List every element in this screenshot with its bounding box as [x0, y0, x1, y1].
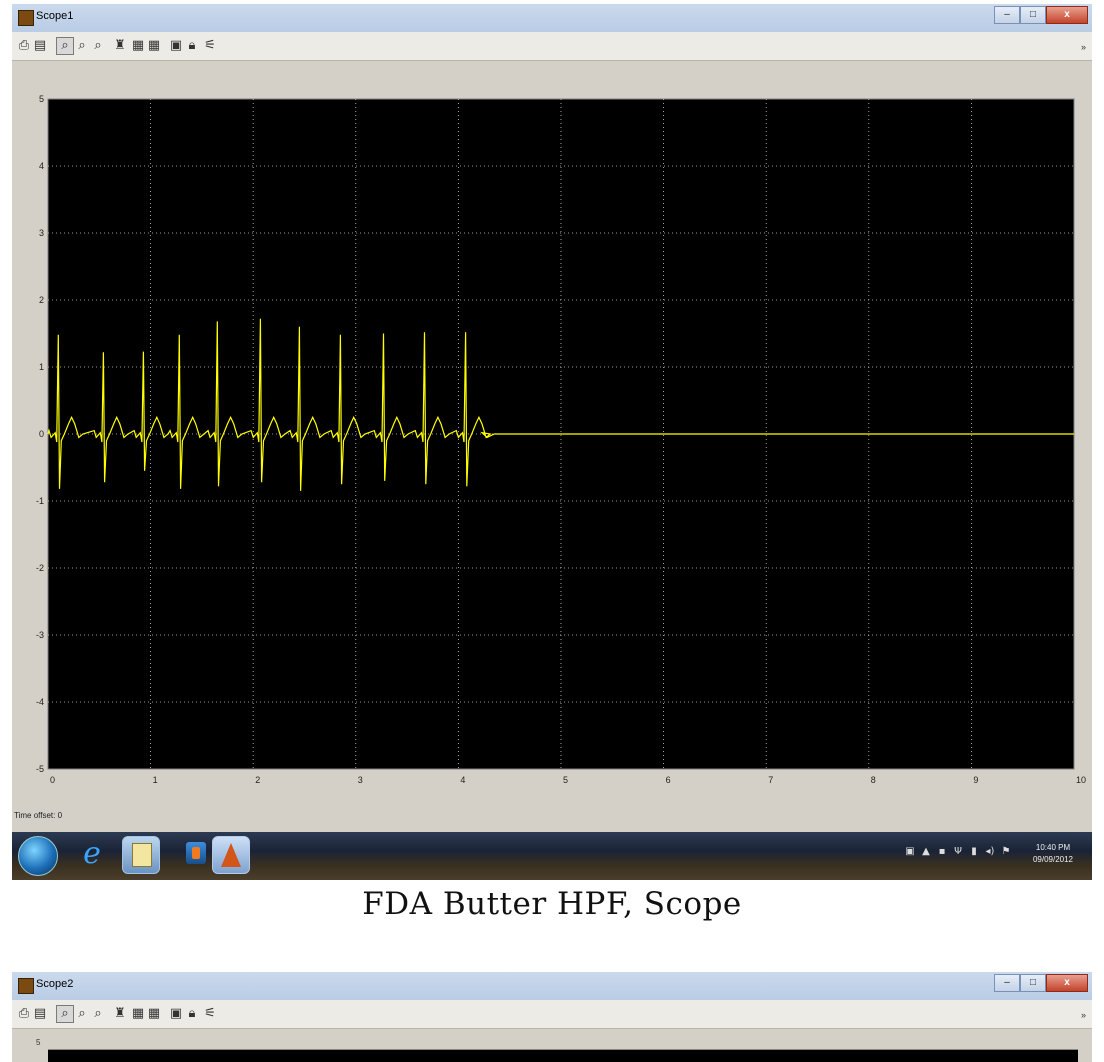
restore-axes-icon[interactable]: ▦ — [146, 38, 162, 54]
y-tick-label: -5 — [36, 764, 44, 774]
scope2-window: Scope2 – □ x ⎙ ▤ ⌕ ⌕ ⌕ ♜ ▦ ▦ ▣ 🔒︎ ⚟ » 5 — [12, 972, 1092, 1062]
maximize-button[interactable]: □ — [1020, 974, 1046, 992]
tray-wireless-icon[interactable]: Ψ — [952, 846, 964, 858]
y-tick-label: 3 — [39, 228, 44, 238]
signal-selector-icon[interactable]: ⚟ — [202, 1006, 218, 1022]
zoom-x-icon[interactable]: ⌕ — [74, 38, 90, 54]
toolbar-overflow-icon[interactable]: » — [1081, 1010, 1086, 1020]
simulink-scope-icon — [18, 10, 34, 26]
y-tick-label: -4 — [36, 697, 44, 707]
time-offset-label: Time offset: 0 — [14, 811, 63, 820]
y-tick-label: 5 — [39, 94, 44, 104]
tray-app-icon[interactable]: ▣ — [904, 846, 916, 858]
x-tick-label: 3 — [358, 775, 363, 785]
zoom-icon[interactable]: ⌕ — [56, 1005, 74, 1023]
zoom-y-icon[interactable]: ⌕ — [90, 1006, 106, 1022]
tray-volume-icon[interactable]: ◂) — [984, 846, 996, 858]
window-controls: – □ x — [994, 974, 1088, 992]
clock-time: 10:40 PM — [1035, 843, 1071, 852]
floating-scope-icon[interactable]: ▣ — [168, 38, 184, 54]
zoom-y-icon[interactable]: ⌕ — [90, 38, 106, 54]
save-axes-icon[interactable]: ▦ — [130, 1006, 146, 1022]
print-icon[interactable]: ⎙ — [16, 38, 32, 54]
tray-battery-icon[interactable]: ▮ — [968, 846, 980, 858]
x-tick-label: 0 — [50, 775, 55, 785]
x-tick-label: 2 — [255, 775, 260, 785]
taskbar-clock[interactable]: 10:40 PM 09/09/2012 — [1022, 842, 1084, 866]
figure-caption: FDA Butter HPF, Scope — [362, 886, 742, 922]
x-tick-label: 8 — [871, 775, 876, 785]
x-tick-label: 6 — [666, 775, 671, 785]
x-tick-label: 1 — [153, 775, 158, 785]
x-tick-label: 7 — [768, 775, 773, 785]
system-tray: ▣ ▲ ▪ Ψ ▮ ◂) ⚑ — [904, 846, 1012, 858]
matlab-icon[interactable] — [212, 836, 250, 874]
y-tick-label: 1 — [39, 362, 44, 372]
scope-plot: 0 1 2 3 4 5 6 7 8 9 10543210-1-2-3-4-5 — [36, 94, 1086, 785]
save-axes-icon[interactable]: ▦ — [130, 38, 146, 54]
minimize-button[interactable]: – — [994, 974, 1020, 992]
zoom-x-icon[interactable]: ⌕ — [74, 1006, 90, 1022]
y-tick-label: -1 — [36, 496, 44, 506]
x-tick-label: 10 — [1076, 775, 1086, 785]
scope1-window: Scope1 – □ x ⎙ ▤ ⌕ ⌕ ⌕ ♜ ▦ ▦ ▣ 🔒︎ ⚟ » 0 1… — [12, 4, 1092, 880]
parameters-icon[interactable]: ▤ — [32, 38, 48, 54]
minimize-button[interactable]: – — [994, 6, 1020, 24]
tray-flag-icon[interactable]: ⚑ — [1000, 846, 1012, 858]
x-tick-label: 4 — [460, 775, 465, 785]
y-tick-label: 2 — [39, 295, 44, 305]
title-bar: Scope2 – □ x — [12, 972, 1092, 1000]
scope-plot-area: 0 1 2 3 4 5 6 7 8 9 10 5 4 3 2 1 0 -1 -2 -3 -4 -5 Time offset… — [12, 61, 1092, 829]
sticky-notes-icon[interactable] — [122, 836, 160, 874]
tray-warning-icon[interactable]: ▲ — [920, 846, 932, 858]
window-title: Scope1 — [36, 10, 74, 22]
scope-toolbar: ⎙ ▤ ⌕ ⌕ ⌕ ♜ ▦ ▦ ▣ 🔒︎ ⚟ » — [12, 1000, 1092, 1029]
lock-axes-icon[interactable]: 🔒︎ — [184, 1006, 200, 1022]
maximize-button[interactable]: □ — [1020, 6, 1046, 24]
autoscale-icon[interactable]: ♜ — [112, 1006, 128, 1022]
toolbar-overflow-icon[interactable]: » — [1081, 42, 1086, 52]
window-title: Scope2 — [36, 978, 74, 990]
close-button[interactable]: x — [1046, 6, 1088, 24]
zoom-icon[interactable]: ⌕ — [56, 37, 74, 55]
title-bar: Scope1 – □ x — [12, 4, 1092, 32]
media-player-icon[interactable] — [178, 836, 214, 872]
y-tick-label: 0 — [39, 429, 44, 439]
parameters-icon[interactable]: ▤ — [32, 1006, 48, 1022]
lock-axes-icon[interactable]: 🔒︎ — [184, 38, 200, 54]
internet-explorer-icon[interactable]: e — [74, 836, 110, 872]
scope-toolbar: ⎙ ▤ ⌕ ⌕ ⌕ ♜ ▦ ▦ ▣ 🔒︎ ⚟ » — [12, 32, 1092, 61]
start-orb-icon[interactable] — [18, 836, 58, 876]
restore-axes-icon[interactable]: ▦ — [146, 1006, 162, 1022]
x-tick-label: 9 — [973, 775, 978, 785]
print-icon[interactable]: ⎙ — [16, 1006, 32, 1022]
floating-scope-icon[interactable]: ▣ — [168, 1006, 184, 1022]
y-tick-label: -2 — [36, 563, 44, 573]
signal-selector-icon[interactable]: ⚟ — [202, 38, 218, 54]
clock-date: 09/09/2012 — [1032, 855, 1074, 864]
taskbar: e ▣ ▲ ▪ Ψ ▮ ◂) ⚑ 10:40 PM 09/09/2012 — [12, 832, 1092, 880]
autoscale-icon[interactable]: ♜ — [112, 38, 128, 54]
close-button[interactable]: x — [1046, 974, 1088, 992]
y-tick-label: -3 — [36, 630, 44, 640]
scope-plot — [48, 1049, 1078, 1062]
y-tick-label: 5 — [36, 1038, 41, 1047]
tray-network-icon[interactable]: ▪ — [936, 846, 948, 858]
x-tick-label: 5 — [563, 775, 568, 785]
simulink-scope-icon — [18, 978, 34, 994]
window-controls: – □ x — [994, 6, 1088, 24]
y-tick-label: 4 — [39, 161, 44, 171]
